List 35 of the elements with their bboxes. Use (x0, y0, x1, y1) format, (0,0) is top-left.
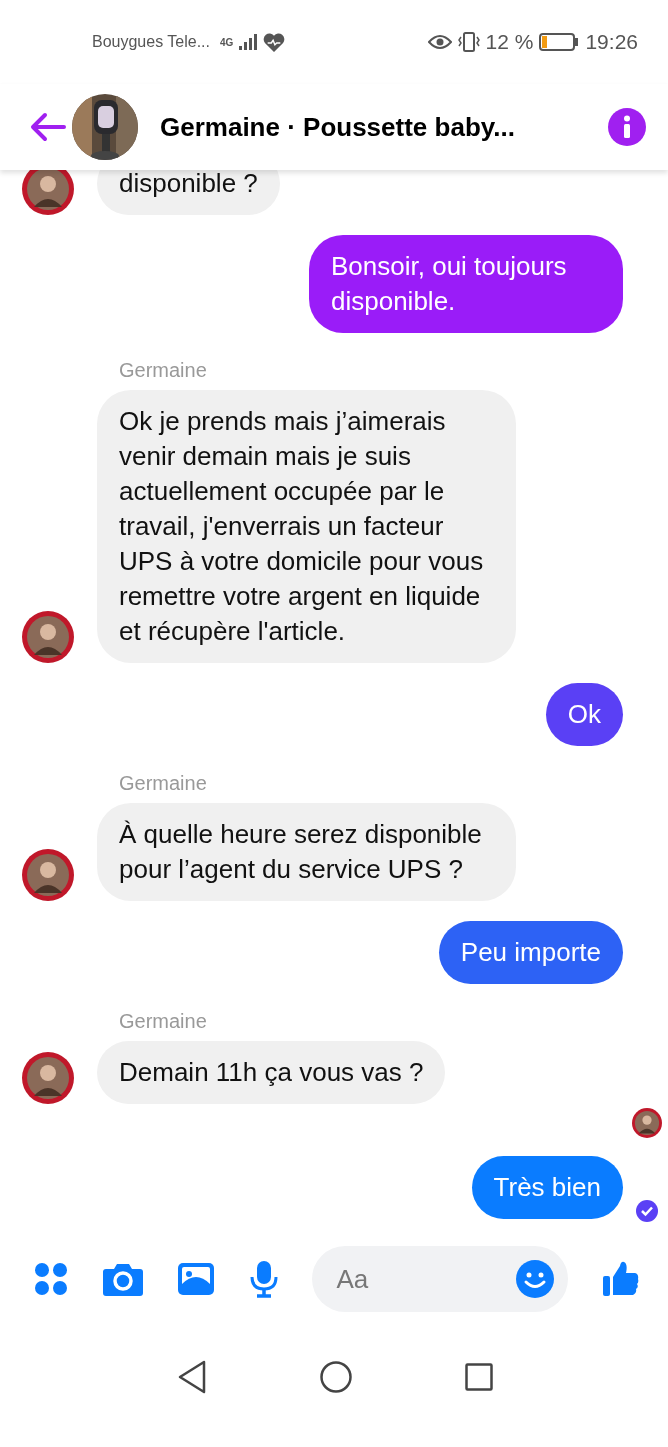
back-button[interactable] (30, 112, 66, 142)
back-nav-icon[interactable] (177, 1360, 207, 1394)
info-button[interactable] (608, 108, 646, 146)
seen-avatar (632, 1108, 662, 1138)
emoji-icon[interactable] (516, 1260, 555, 1298)
vibrate-icon (457, 31, 480, 53)
message-bubble: Ok (545, 683, 623, 746)
sender-name: Germaine (119, 359, 208, 382)
message-field[interactable]: Aa (312, 1246, 569, 1312)
eye-icon (427, 34, 452, 50)
clock: 19:26 (585, 30, 638, 54)
message-bubble: disponible ? (97, 170, 280, 215)
message-bubble: Demain 11h ça vous vas ? (97, 1041, 446, 1104)
battery-percent: 12 % (485, 30, 534, 54)
heart-icon (263, 32, 286, 52)
message-bubble: À quelle heure serez disponible pour l’agent du service UPS ? (97, 803, 516, 901)
message-bubble: Ok je prends mais j’aimerais venir demain mais je suis actuellement occupée par le travail, j'enverrais un facteur UPS à votre domicile pour vous remettre votre argent en liquide et récupère l'article. (97, 390, 516, 663)
home-nav-icon[interactable] (320, 1361, 352, 1393)
conversation-title: Germaine · Poussette baby... (160, 111, 516, 143)
signal-icon (239, 34, 258, 50)
microphone-button[interactable] (248, 1260, 279, 1298)
message-bubble: Bonsoir, oui toujours disponible. (309, 235, 623, 333)
sender-name: Germaine (119, 772, 208, 795)
sender-name: Germaine (119, 1010, 208, 1033)
network-type: 4G (220, 36, 234, 48)
text-input[interactable]: Aa (334, 1262, 517, 1296)
camera-button[interactable] (101, 1262, 144, 1296)
like-button[interactable] (601, 1260, 640, 1298)
battery-icon (539, 33, 580, 51)
message-bubble: Très bien (471, 1156, 623, 1219)
gallery-button[interactable] (177, 1262, 216, 1296)
apps-button[interactable] (34, 1262, 68, 1296)
message-bubble: Peu importe (438, 921, 623, 984)
recents-nav-icon[interactable] (465, 1363, 493, 1391)
carrier-name: Bouygues Tele... (92, 33, 210, 51)
